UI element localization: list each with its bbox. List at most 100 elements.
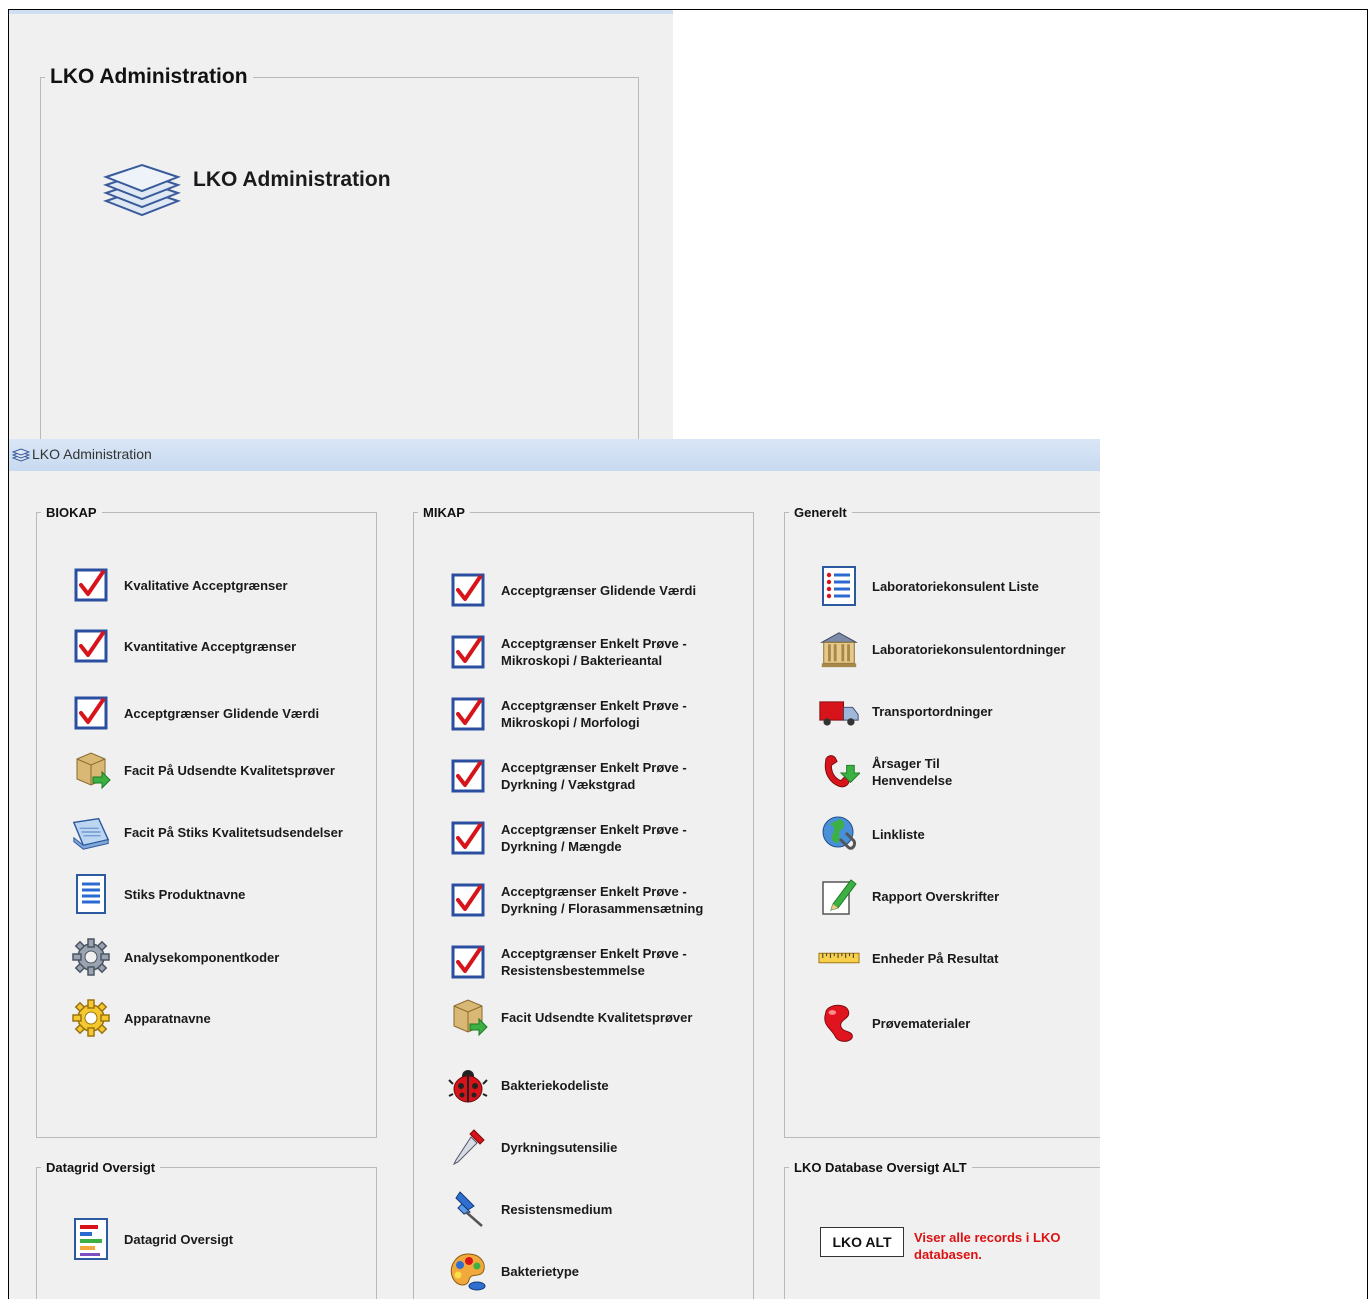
lko-admin-link[interactable]: LKO Administration <box>101 160 391 222</box>
package-icon <box>447 996 489 1038</box>
biokap-item-2[interactable]: Acceptgrænser Glidende Værdi <box>70 692 319 734</box>
generelt-title: Generelt <box>794 505 847 520</box>
mikap-item-7[interactable]: Facit Udsendte Kvalitetsprøver <box>447 996 692 1038</box>
generelt-item-label: Prøvematerialer <box>872 1015 971 1031</box>
checkbox-icon <box>447 569 489 611</box>
generelt-item-6[interactable]: Enheder På Resultat <box>818 937 998 979</box>
mikap-item-11[interactable]: Bakterietype <box>447 1250 579 1292</box>
mikap-item-6[interactable]: Acceptgrænser Enkelt Prøve - Resistensbe… <box>447 941 687 983</box>
datagrid-item[interactable]: Datagrid Oversigt <box>70 1218 233 1260</box>
generelt-item-0[interactable]: Laboratoriekonsulent Liste <box>818 565 1039 607</box>
gear-icon <box>70 936 112 978</box>
biokap-item-4[interactable]: Facit På Stiks Kvalitetsudsendelser <box>70 811 343 853</box>
top-panel: LKO Administration LKO Administration <box>9 10 673 455</box>
checkbox-icon <box>447 941 489 983</box>
checkbox-icon <box>447 879 489 921</box>
biokap-item-6[interactable]: Analysekomponentkoder <box>70 936 279 978</box>
pencil-icon <box>818 875 860 917</box>
main-window: LKO Administration BIOKAP MIKAP Generelt… <box>9 439 1100 1299</box>
biokap-item-label: Acceptgrænser Glidende Værdi <box>124 705 320 721</box>
generelt-item-label: Linkliste <box>872 826 925 842</box>
chart-doc-icon <box>70 1218 112 1260</box>
datagrid-item-label: Datagrid Oversigt <box>124 1231 234 1247</box>
building-icon <box>818 628 860 670</box>
mikap-item-2[interactable]: Acceptgrænser Enkelt Prøve - Mikroskopi … <box>447 693 687 735</box>
lko-alt-description: Viser alle records i LKO databasen. <box>914 1230 1061 1262</box>
checkbox-icon <box>70 692 112 734</box>
palette-icon <box>447 1250 489 1292</box>
mikap-item-9[interactable]: Dyrkningsutensilie <box>447 1126 617 1168</box>
biokap-item-label: Kvalitative Acceptgrænser <box>124 577 288 593</box>
lko-admin-group-title: LKO Administration <box>50 65 248 88</box>
generelt-item-label: Enheder På Resultat <box>872 950 999 966</box>
biokap-item-0[interactable]: Kvalitative Acceptgrænser <box>70 564 288 606</box>
lko-admin-group: LKO Administration <box>40 65 639 455</box>
checkbox-icon <box>447 693 489 735</box>
window-layers-icon <box>11 447 31 468</box>
phone-icon <box>818 751 860 793</box>
mikap-item-label: Acceptgrænser Enkelt Prøve - Mikroskopi … <box>501 636 687 668</box>
datagrid-title: Datagrid Oversigt <box>46 1160 156 1175</box>
window-titlebar: LKO Administration <box>9 439 1100 471</box>
mikap-item-3[interactable]: Acceptgrænser Enkelt Prøve - Dyrkning / … <box>447 755 687 797</box>
biokap-item-7[interactable]: Apparatnavne <box>70 997 211 1039</box>
biokap-item-label: Stiks Produktnavne <box>124 886 246 902</box>
checkbox-icon <box>70 564 112 606</box>
mikap-item-4[interactable]: Acceptgrænser Enkelt Prøve - Dyrkning / … <box>447 817 687 859</box>
checkbox-icon <box>447 631 489 673</box>
mikap-item-label: Resistensmedium <box>501 1201 613 1217</box>
mikap-title: MIKAP <box>423 505 465 520</box>
mikap-item-label: Acceptgrænser Enkelt Prøve - Resistensbe… <box>501 946 687 978</box>
package-icon <box>70 749 112 791</box>
biokap-item-1[interactable]: Kvantitative Acceptgrænser <box>70 625 296 667</box>
generelt-item-1[interactable]: Laboratoriekonsulentordninger <box>818 628 1066 670</box>
lko-alt-button[interactable]: LKO ALT <box>820 1227 904 1257</box>
pipette-icon <box>447 1126 489 1168</box>
lko-db-title: LKO Database Oversigt ALT <box>794 1160 967 1175</box>
generelt-item-7[interactable]: Prøvematerialer <box>818 1002 970 1044</box>
checkbox-icon <box>447 755 489 797</box>
document-icon <box>70 873 112 915</box>
tray-icon <box>70 811 112 853</box>
biokap-item-label: Facit På Udsendte Kvalitetsprøver <box>124 762 335 778</box>
mikap-item-label: Dyrkningsutensilie <box>501 1139 618 1155</box>
biokap-item-3[interactable]: Facit På Udsendte Kvalitetsprøver <box>70 749 335 791</box>
mikap-item-label: Facit Udsendte Kvalitetsprøver <box>501 1009 693 1025</box>
checkbox-icon <box>447 817 489 859</box>
checkbox-icon <box>70 625 112 667</box>
mikap-item-label: Acceptgrænser Enkelt Prøve - Mikroskopi … <box>501 698 687 730</box>
generelt-item-2[interactable]: Transportordninger <box>818 690 993 732</box>
mikap-item-label: Acceptgrænser Enkelt Prøve - Dyrkning / … <box>501 822 687 854</box>
biokap-item-label: Kvantitative Acceptgrænser <box>124 638 297 654</box>
layers-icon <box>101 160 183 222</box>
generelt-item-4[interactable]: Linkliste <box>818 813 925 855</box>
generelt-item-3[interactable]: Årsager Til Henvendelse <box>818 751 952 793</box>
generelt-item-label: Rapport Overskrifter <box>872 888 1000 904</box>
window-title: LKO Administration <box>32 446 152 462</box>
ruler-icon <box>818 937 860 979</box>
generelt-item-5[interactable]: Rapport Overskrifter <box>818 875 999 917</box>
lko-admin-link-label: LKO Administration <box>193 167 391 191</box>
biokap-title: BIOKAP <box>46 505 97 520</box>
mikap-item-label: Bakteriekodeliste <box>501 1077 609 1093</box>
gear-yellow-icon <box>70 997 112 1039</box>
mikap-item-8[interactable]: Bakteriekodeliste <box>447 1064 609 1106</box>
mikap-item-label: Acceptgrænser Enkelt Prøve - Dyrkning / … <box>501 884 704 916</box>
list-icon <box>818 565 860 607</box>
pushpin-icon <box>447 1188 489 1230</box>
biokap-item-5[interactable]: Stiks Produktnavne <box>70 873 245 915</box>
generelt-item-label: Laboratoriekonsulentordninger <box>872 641 1066 657</box>
generelt-item-label: Årsager Til Henvendelse <box>872 756 953 788</box>
mikap-item-label: Acceptgrænser Glidende Værdi <box>501 582 697 598</box>
globe-icon <box>818 813 860 855</box>
mikap-item-label: Bakterietype <box>501 1263 580 1279</box>
ladybug-icon <box>447 1064 489 1106</box>
truck-icon <box>818 690 860 732</box>
mikap-item-0[interactable]: Acceptgrænser Glidende Værdi <box>447 569 696 611</box>
mikap-item-5[interactable]: Acceptgrænser Enkelt Prøve - Dyrkning / … <box>447 879 703 921</box>
generelt-item-label: Transportordninger <box>872 703 993 719</box>
blob-icon <box>818 1002 860 1044</box>
biokap-item-label: Facit På Stiks Kvalitetsudsendelser <box>124 824 343 840</box>
mikap-item-1[interactable]: Acceptgrænser Enkelt Prøve - Mikroskopi … <box>447 631 687 673</box>
mikap-item-10[interactable]: Resistensmedium <box>447 1188 612 1230</box>
